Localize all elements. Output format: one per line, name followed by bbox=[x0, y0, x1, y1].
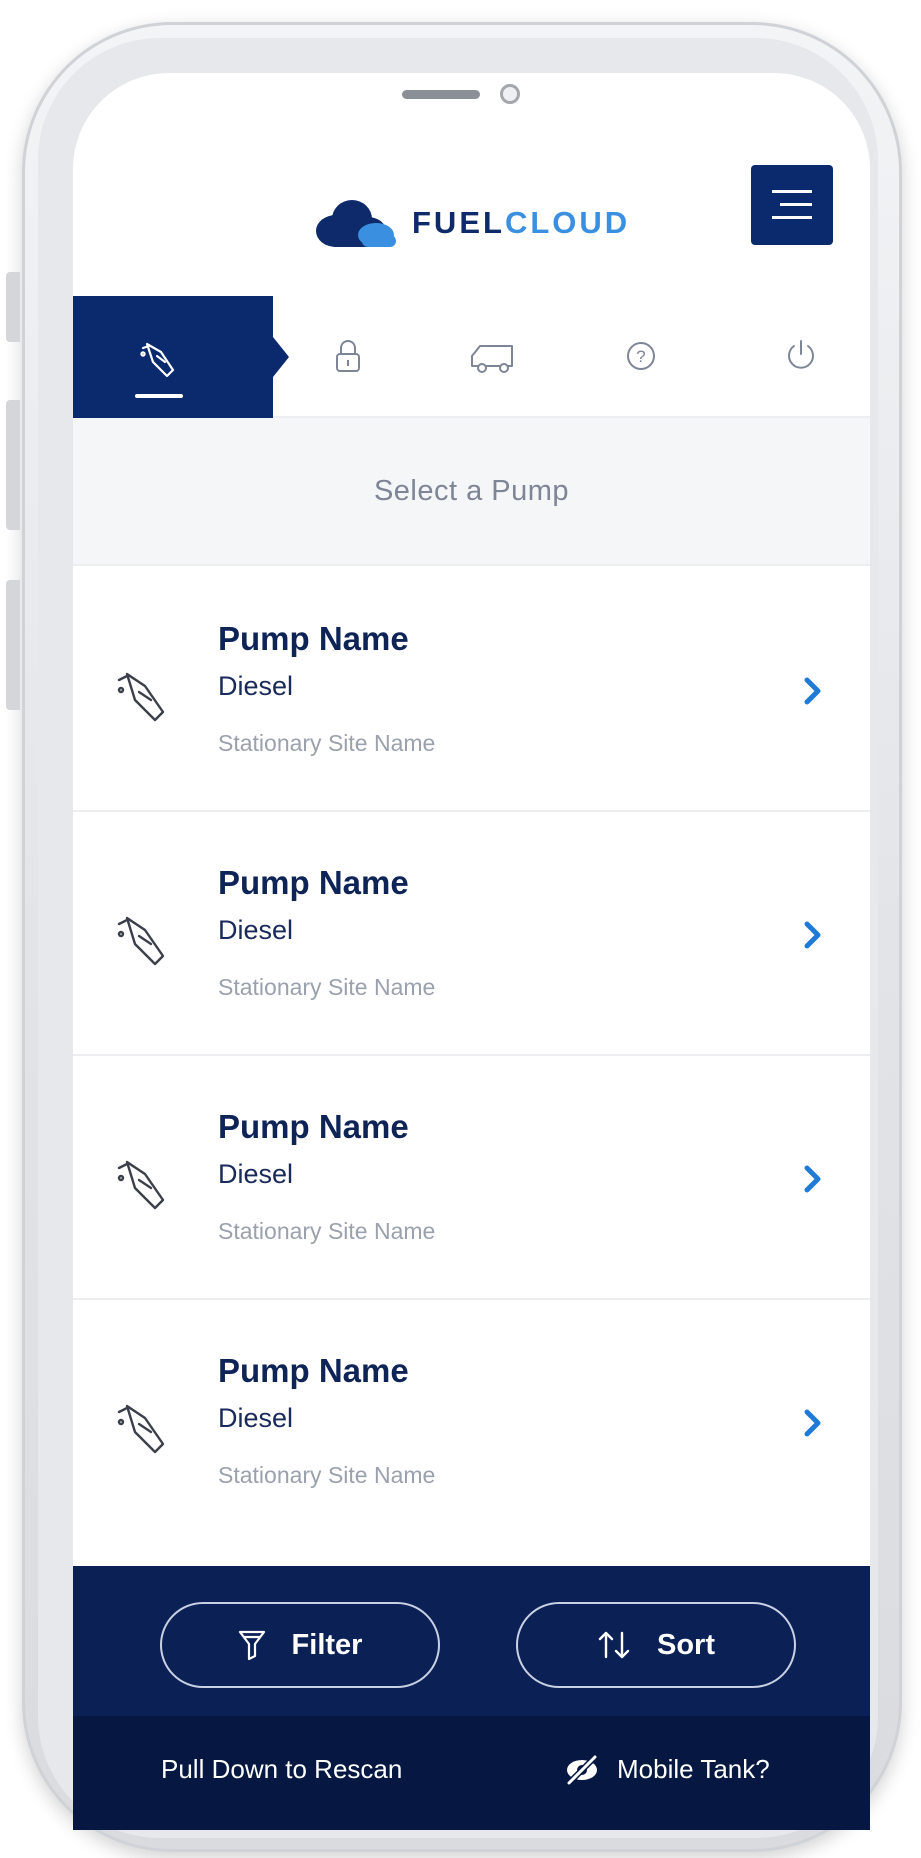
lock-icon bbox=[336, 340, 360, 372]
svg-text:?: ? bbox=[636, 347, 645, 366]
pump-list-item[interactable]: Pump Name Diesel Stationary Site Name bbox=[73, 568, 870, 812]
chevron-right-icon bbox=[804, 1409, 821, 1437]
side-button-mute bbox=[6, 272, 20, 342]
fuel-nozzle-icon bbox=[117, 1160, 165, 1210]
fuel-nozzle-icon bbox=[117, 1404, 165, 1454]
pump-site-name: Stationary Site Name bbox=[218, 730, 436, 756]
pump-fuel-type: Diesel bbox=[218, 915, 294, 945]
tab-help[interactable]: ? bbox=[613, 326, 673, 386]
help-icon: ? bbox=[627, 342, 655, 370]
front-camera bbox=[500, 84, 520, 104]
pump-name: Pump Name bbox=[218, 620, 409, 657]
fuel-nozzle-icon bbox=[117, 672, 165, 722]
tab-lock[interactable] bbox=[323, 326, 383, 386]
brand-main-text: FUEL bbox=[412, 205, 505, 240]
pump-list-item[interactable]: Pump Name Diesel Stationary Site Name bbox=[73, 812, 870, 1056]
power-icon bbox=[788, 340, 814, 369]
action-bar: Filter Sort bbox=[73, 1566, 870, 1716]
notch bbox=[250, 73, 690, 143]
pump-fuel-type: Diesel bbox=[218, 1403, 294, 1433]
tab-truck[interactable] bbox=[458, 326, 528, 386]
section-header: Select a Pump bbox=[73, 418, 870, 566]
eye-off-icon bbox=[566, 1754, 598, 1785]
filter-button-label: Filter bbox=[291, 1628, 363, 1661]
pump-site-name: Stationary Site Name bbox=[218, 1218, 436, 1244]
mobile-tank-label: Mobile Tank? bbox=[617, 1754, 770, 1784]
pump-fuel-type: Diesel bbox=[218, 671, 294, 701]
filter-icon bbox=[238, 1630, 265, 1661]
chevron-right-icon bbox=[804, 677, 821, 705]
pump-site-name: Stationary Site Name bbox=[218, 1462, 436, 1488]
brand-accent-text: CLOUD bbox=[504, 205, 631, 240]
cloud-logo-icon bbox=[316, 200, 396, 247]
tab-bar: ? bbox=[73, 296, 870, 418]
pump-fuel-type: Diesel bbox=[218, 1159, 294, 1189]
tab-fuel[interactable] bbox=[73, 296, 289, 418]
active-tab-indicator bbox=[135, 394, 183, 398]
sort-button-label: Sort bbox=[657, 1628, 715, 1661]
page-title: Select a Pump bbox=[373, 474, 570, 507]
tab-power[interactable] bbox=[773, 326, 833, 386]
brand-logo: FUELCLOUD bbox=[312, 196, 630, 250]
truck-icon bbox=[471, 345, 513, 373]
fuel-nozzle-icon bbox=[140, 342, 175, 378]
sort-button[interactable]: Sort bbox=[516, 1602, 796, 1688]
pump-list-item[interactable]: Pump Name Diesel Stationary Site Name bbox=[73, 1300, 870, 1566]
menu-button[interactable] bbox=[751, 165, 833, 245]
pump-name: Pump Name bbox=[218, 864, 409, 901]
hamburger-icon bbox=[772, 190, 812, 219]
speaker-grille bbox=[402, 90, 480, 99]
pump-name: Pump Name bbox=[218, 1108, 409, 1145]
filter-button[interactable]: Filter bbox=[160, 1602, 440, 1688]
chevron-right-icon bbox=[804, 921, 821, 949]
chevron-right-icon bbox=[804, 1165, 821, 1193]
brand-wordmark: FUELCLOUD bbox=[412, 205, 630, 241]
sort-icon bbox=[598, 1631, 630, 1659]
fuel-nozzle-icon bbox=[117, 916, 165, 966]
footer-bar: Pull Down to Rescan Mobile Tank? bbox=[73, 1716, 870, 1830]
pump-name: Pump Name bbox=[218, 1352, 409, 1389]
side-button-volume-down bbox=[6, 580, 20, 710]
rescan-hint: Pull Down to Rescan bbox=[161, 1754, 403, 1784]
mobile-tank-toggle[interactable]: Mobile Tank? bbox=[563, 1754, 770, 1785]
pump-list-item[interactable]: Pump Name Diesel Stationary Site Name bbox=[73, 1056, 870, 1300]
side-button-volume-up bbox=[6, 400, 20, 530]
pump-site-name: Stationary Site Name bbox=[218, 974, 436, 1000]
